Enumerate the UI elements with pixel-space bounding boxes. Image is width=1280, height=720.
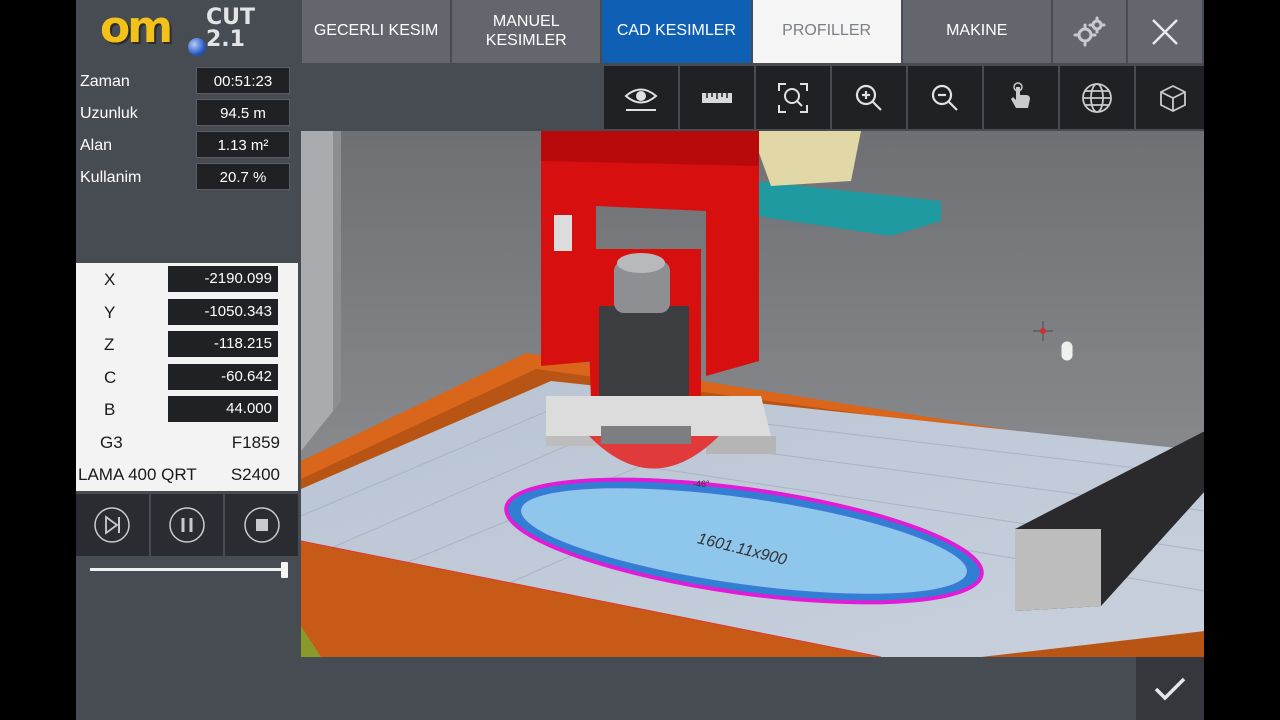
- 3d-view-button[interactable]: [1136, 66, 1204, 129]
- machine-frame-left: [301, 131, 333, 451]
- head-bracket: [554, 215, 572, 251]
- coord-b: B 44.000: [76, 393, 298, 426]
- pause-icon: [169, 507, 205, 543]
- coord-y: Y -1050.343: [76, 296, 298, 329]
- touch-hand-icon: [1011, 81, 1030, 108]
- stat-uzunluk: Uzunluk 94.5 m: [76, 98, 300, 130]
- coord-label: Z: [104, 335, 115, 354]
- orbit-button[interactable]: [1060, 66, 1134, 129]
- confirm-button[interactable]: [1136, 657, 1204, 720]
- zoom-fit-icon: [778, 82, 808, 113]
- coord-value: -2190.099: [168, 266, 278, 292]
- view-toggle-button[interactable]: [604, 66, 678, 129]
- ruler-icon: [702, 92, 732, 103]
- gcode-status: G3: [100, 432, 123, 452]
- top-nav: GECERLI KESIM MANUEL KESIMLER CAD KESIML…: [302, 0, 1204, 63]
- job-stats-panel: Zaman 00:51:23 Uzunluk 94.5 m Alan 1.13 …: [76, 66, 300, 194]
- coord-value: 44.000: [168, 396, 278, 422]
- logo-ball: [188, 38, 206, 56]
- cad-3d-viewport[interactable]: 1601.11x900 -46°: [301, 131, 1204, 657]
- measure-button[interactable]: [680, 66, 754, 129]
- machine-scene: 1601.11x900 -46°: [301, 131, 1204, 657]
- close-button[interactable]: [1128, 0, 1203, 63]
- coord-z: Z -118.215: [76, 328, 298, 361]
- stat-zaman: Zaman 00:51:23: [76, 66, 300, 98]
- stat-alan: Alan 1.13 m²: [76, 130, 300, 162]
- tab-makine[interactable]: MAKINE: [902, 0, 1051, 63]
- settings-button[interactable]: [1052, 0, 1127, 63]
- stat-value: 1.13 m²: [196, 131, 290, 158]
- step-forward-icon: [94, 507, 131, 543]
- tab-manuel-kesimler[interactable]: MANUEL KESIMLER: [452, 0, 601, 63]
- tab-gecerli-kesim[interactable]: GECERLI KESIM: [302, 0, 451, 63]
- stat-value: 00:51:23: [196, 67, 290, 94]
- globe-icon: [1082, 82, 1112, 113]
- zoom-out-button[interactable]: [908, 66, 982, 129]
- axis-coordinates-panel: X -2190.099 Y -1050.343 Z -118.215 C -60…: [76, 263, 298, 491]
- spindle-speed: S2400: [230, 465, 280, 484]
- coord-value: -60.642: [168, 363, 278, 390]
- touch-select-button[interactable]: [984, 66, 1058, 129]
- playback-controls: [76, 494, 300, 556]
- gcode-feed-row: G3 F1859: [76, 426, 298, 459]
- stat-value: 20.7 %: [196, 163, 290, 190]
- stat-label: Zaman: [80, 73, 130, 90]
- slider-thumb[interactable]: [281, 562, 288, 578]
- coord-x: X -2190.099: [76, 263, 298, 296]
- stat-value: 94.5 m: [196, 99, 290, 126]
- gears-icon: [1073, 16, 1106, 46]
- stop-button[interactable]: [225, 494, 299, 556]
- eye-icon: [624, 88, 658, 111]
- pause-button[interactable]: [150, 494, 224, 556]
- cube-icon: [1160, 84, 1186, 112]
- feed-rate: F1859: [231, 432, 280, 452]
- machine-frame-edge: [333, 131, 341, 411]
- zoom-out-icon: [931, 84, 958, 111]
- stat-label: Uzunluk: [80, 105, 138, 122]
- app-logo: om CUT 2.1: [76, 0, 300, 64]
- checkmark-icon: [1154, 677, 1186, 700]
- playback-slider[interactable]: [90, 560, 288, 580]
- coord-label: Y: [104, 302, 116, 322]
- view-toolbar: [604, 66, 1204, 129]
- blade-hub: [601, 426, 691, 444]
- coord-c: C -60.642: [76, 361, 298, 394]
- coord-label: X: [104, 270, 116, 289]
- angle-label: -46°: [693, 479, 710, 489]
- slider-track: [90, 568, 288, 571]
- coord-label: C: [104, 367, 117, 387]
- close-icon: [1152, 18, 1179, 45]
- coord-label: B: [104, 400, 116, 419]
- tab-profiller[interactable]: PROFILLER: [752, 0, 901, 63]
- stat-kullanim: Kullanim 20.7 %: [76, 162, 300, 194]
- spindle-cap-top: [617, 253, 665, 273]
- stat-label: Alan: [80, 137, 113, 154]
- tab-cad-kesimler[interactable]: CAD KESIMLER: [602, 0, 751, 63]
- logo-mark: om: [100, 2, 173, 53]
- tool-speed-row: LAMA 400 QRT S2400: [76, 458, 298, 491]
- stat-label: Kullanim: [80, 169, 142, 186]
- zoom-fit-button[interactable]: [756, 66, 830, 129]
- app-version: CUT 2.1: [206, 5, 256, 52]
- stop-icon: [243, 507, 280, 543]
- water-nozzle: [706, 436, 776, 454]
- zoom-in-icon: [855, 84, 882, 111]
- coord-value: -118.215: [168, 331, 278, 357]
- coord-value: -1050.343: [168, 298, 278, 325]
- zoom-in-button[interactable]: [832, 66, 906, 129]
- step-forward-button[interactable]: [76, 494, 149, 556]
- side-beam-face: [1015, 529, 1101, 611]
- cutting-head-top: [541, 131, 759, 166]
- app-window: om CUT 2.1 GECERLI KESIM MANUEL KESIMLER…: [76, 0, 1204, 720]
- tool-name: LAMA 400 QRT: [78, 465, 197, 484]
